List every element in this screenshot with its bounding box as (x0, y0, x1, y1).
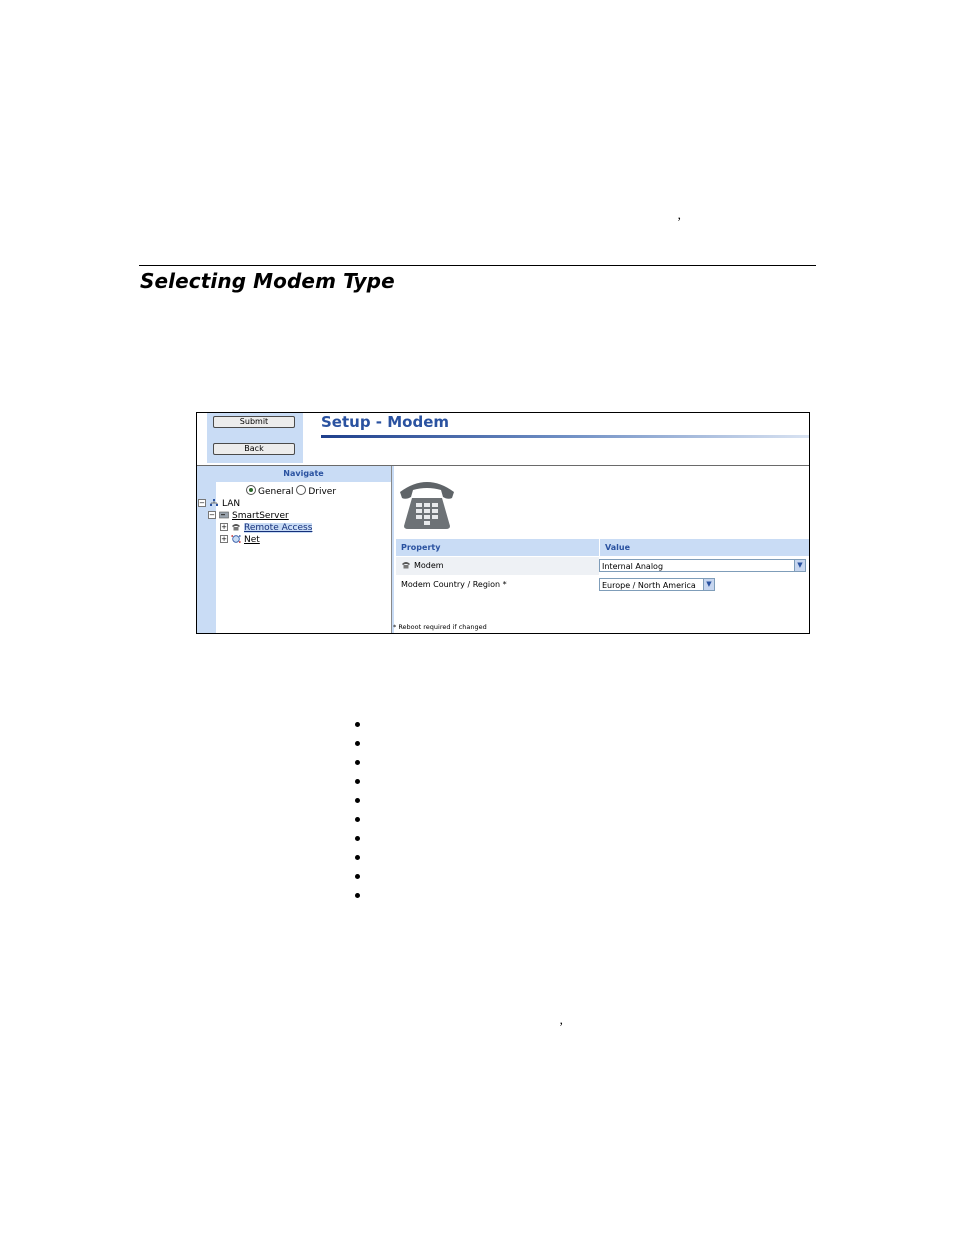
network-icon (210, 499, 218, 506)
page-title: Setup - Modem (321, 413, 450, 431)
tree-item-lan[interactable]: − LAN (198, 499, 240, 510)
list-item (355, 831, 365, 850)
phone-icon (402, 562, 410, 569)
reboot-footnote: * Reboot required if changed (393, 623, 487, 631)
phone-icon (232, 524, 240, 531)
tree-item-remote-access[interactable]: + Remote Access (220, 523, 313, 534)
server-icon (219, 511, 229, 519)
button-panel: Submit Back (207, 413, 303, 463)
table-row: Modem Internal Analog ▼ (396, 557, 809, 575)
title-underline (321, 435, 809, 438)
list-item (355, 717, 365, 736)
region-select[interactable]: Europe / North America ▼ (599, 578, 715, 591)
globe-icon (231, 535, 241, 543)
chevron-down-icon[interactable]: ▼ (794, 560, 805, 571)
collapse-icon[interactable]: − (198, 499, 206, 507)
expand-icon[interactable]: + (220, 535, 228, 543)
list-item (355, 774, 365, 793)
property-name: Modem Country / Region * (401, 580, 507, 589)
section-rule (139, 265, 816, 266)
phone-icon (400, 482, 454, 529)
setup-modem-screenshot: Submit Back Setup - Modem Navigate Gener… (196, 412, 810, 634)
list-item (355, 755, 365, 774)
list-item (355, 812, 365, 831)
radio-unselected-icon (296, 485, 307, 495)
property-name: Modem (401, 557, 444, 575)
tree-item-smartserver[interactable]: − SmartServer (208, 511, 289, 522)
value-column-header: Value (605, 543, 631, 552)
radio-selected-icon (246, 485, 256, 495)
expand-icon[interactable]: + (220, 523, 228, 531)
radio-general[interactable]: General (246, 485, 293, 497)
list-item (355, 888, 365, 907)
stray-comma: ’ (677, 214, 682, 229)
list-item (355, 869, 365, 888)
table-row: Modem Country / Region * Europe / North … (396, 576, 809, 594)
property-column-header: Property (401, 543, 441, 552)
navigate-panel: Navigate General Driver − LAN − SmartServe… (197, 466, 391, 633)
collapse-icon[interactable]: − (208, 511, 216, 519)
list-item (355, 793, 365, 812)
tree-item-net[interactable]: + Net (220, 535, 260, 546)
list-item (355, 850, 365, 869)
bullet-list (355, 717, 365, 907)
property-table-header: Property Value (396, 539, 809, 556)
modem-content-panel: Property Value Modem Internal Analog ▼ M… (392, 466, 809, 633)
chevron-down-icon[interactable]: ▼ (703, 579, 714, 590)
submit-button[interactable]: Submit (213, 416, 295, 428)
stray-comma: ’ (559, 1019, 564, 1034)
section-title: Selecting Modem Type (140, 269, 395, 293)
radio-driver[interactable]: Driver (296, 485, 336, 497)
view-radio-group: General Driver (246, 485, 336, 498)
list-item (355, 736, 365, 755)
navigate-header: Navigate (216, 466, 391, 482)
back-button[interactable]: Back (213, 443, 295, 455)
modem-select[interactable]: Internal Analog ▼ (599, 559, 806, 572)
